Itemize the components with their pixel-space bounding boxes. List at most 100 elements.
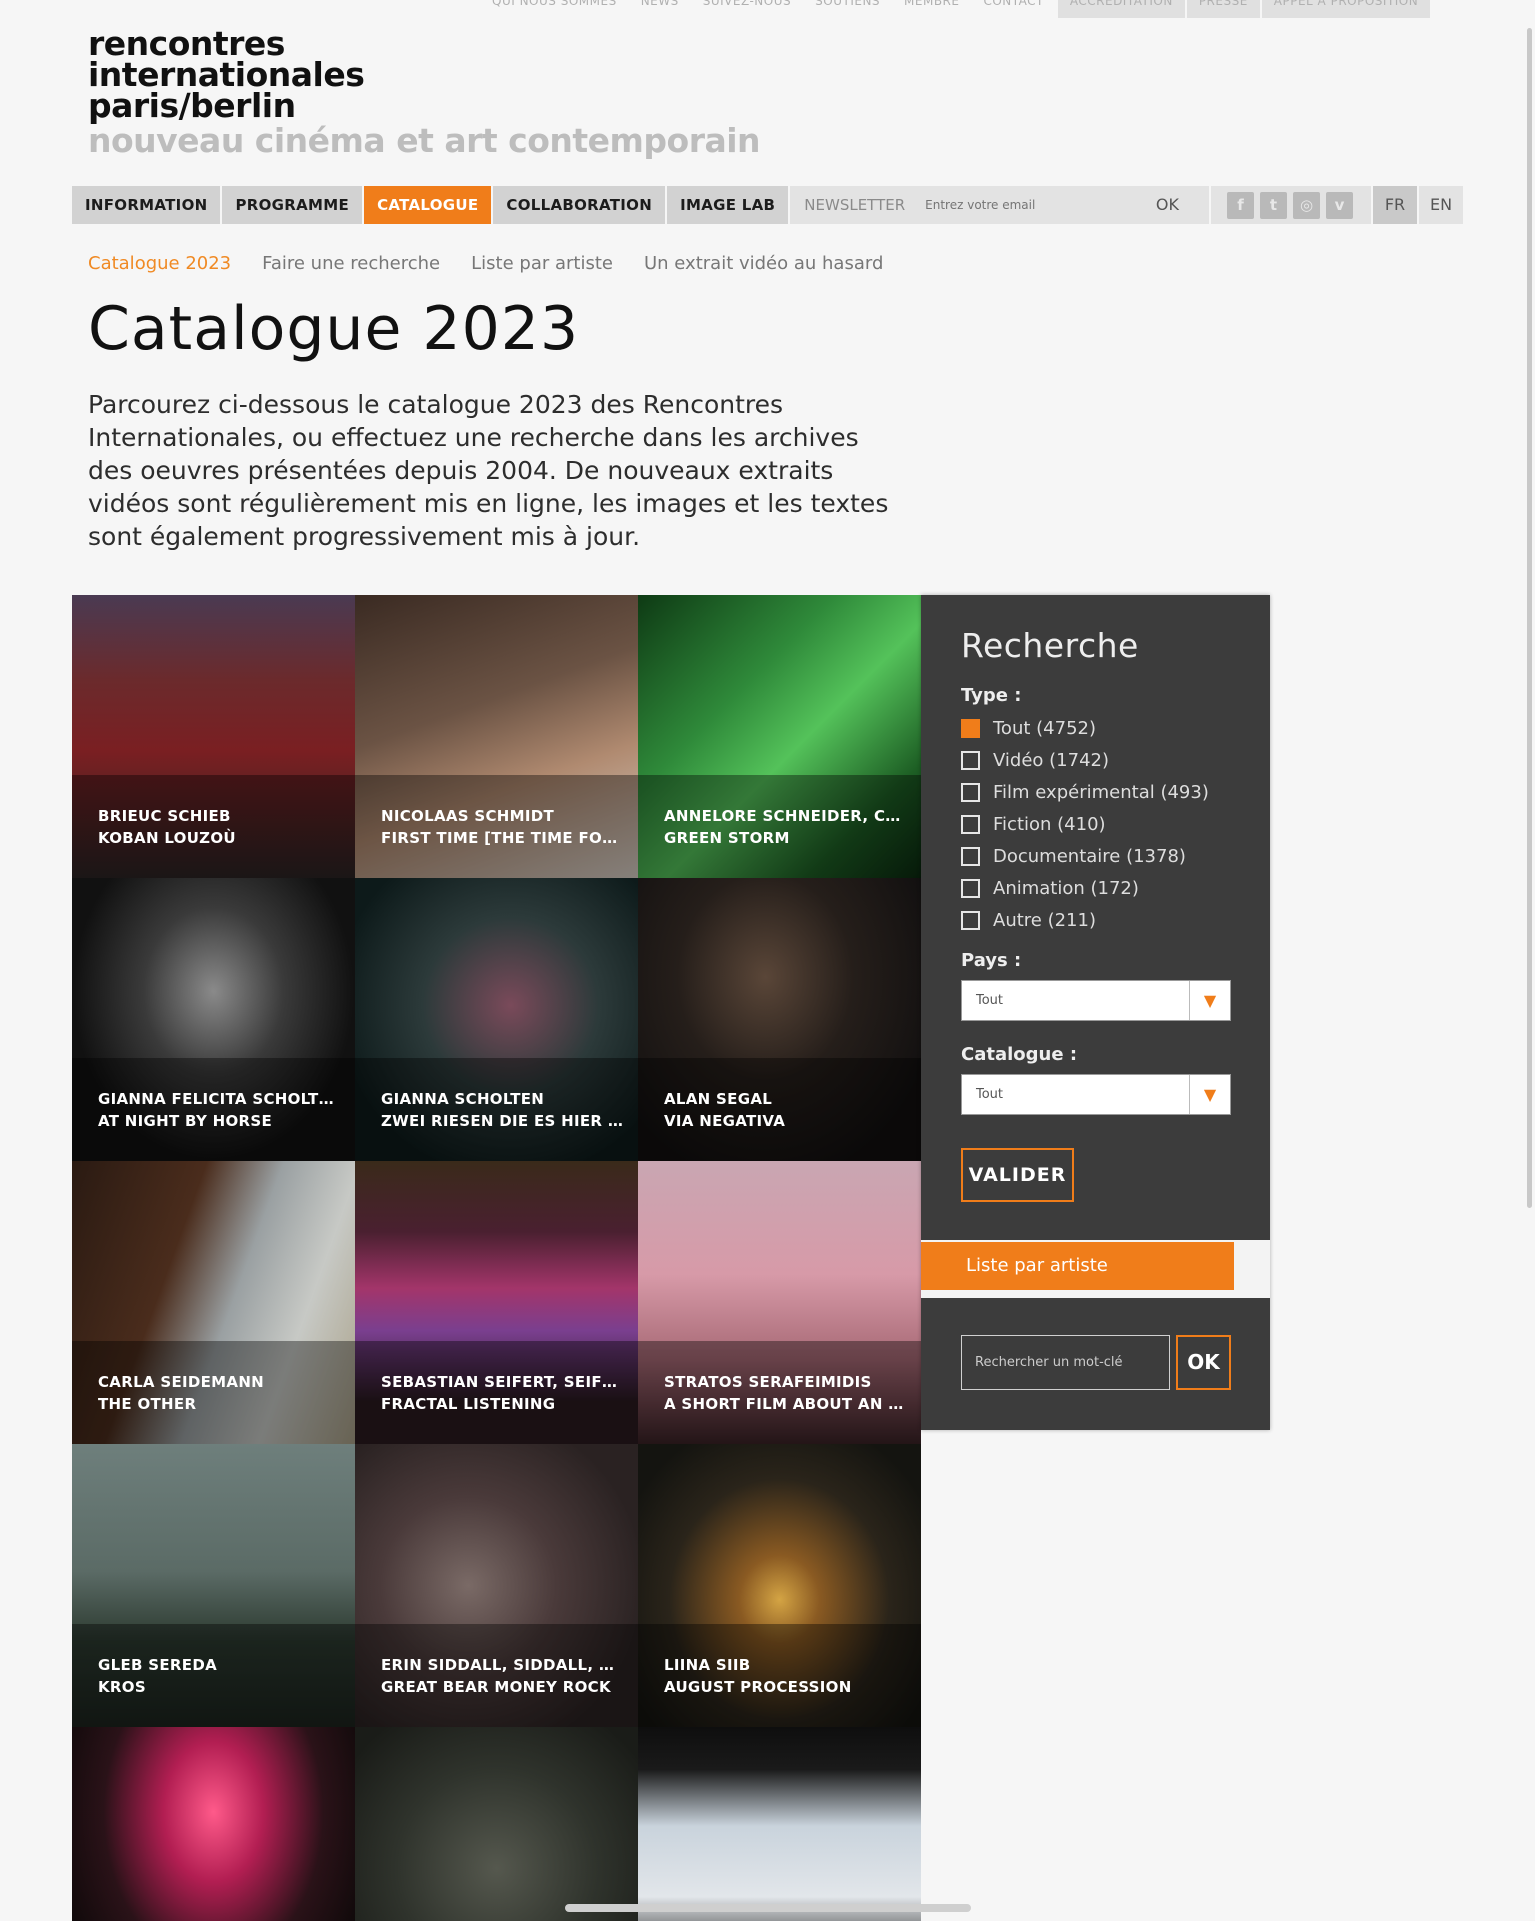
tile-title: FRACTAL LISTENING [381,1395,556,1413]
subnav-artist-list[interactable]: Liste par artiste [471,253,613,274]
checkbox[interactable] [961,814,980,834]
tile-title: GREEN STORM [664,829,790,847]
catalogue-tile[interactable]: CARLA SEIDEMANN THE OTHER [72,1161,355,1444]
vimeo-icon[interactable]: v [1326,191,1353,219]
newsletter-label: NEWSLETTER [790,186,920,224]
tile-caption: SEBASTIAN SEIFERT, SEIFERT FRACTAL LISTEN… [355,1341,638,1444]
utility-link[interactable]: NEWS [629,0,691,18]
language-fr[interactable]: FR [1371,186,1417,224]
tile-artist: LIINA SIIB [664,1656,751,1674]
catalogue-tile[interactable] [72,1727,355,1921]
newsletter-ok-button[interactable]: OK [1145,186,1211,224]
keyword-ok-button[interactable]: OK [1176,1335,1231,1390]
newsletter-email-input[interactable] [919,186,1146,224]
checkbox[interactable] [961,878,980,898]
nav-item-catalogue[interactable]: CATALOGUE [364,186,494,224]
nav-item-information[interactable]: INFORMATION [72,186,223,224]
catalogue-tile[interactable]: BRIEUC SCHIEB KOBAN LOUZOÙ [72,595,355,878]
type-option[interactable]: Film expérimental (493) [961,776,1209,808]
tile-artist: ANNELORE SCHNEIDER, CLÉMENT [664,807,907,825]
search-title: Recherche [961,626,1139,665]
tile-title: FIRST TIME [THE TIME FOR ALL BUT SUNSET … [381,829,624,847]
subnav-catalogue-2023[interactable]: Catalogue 2023 [88,253,231,274]
search-panel: Recherche Type : Tout (4752) Vidéo (1742)… [921,595,1270,1430]
valider-button[interactable]: VALIDER [961,1148,1074,1202]
tile-artist: ALAN SEGAL [664,1090,773,1108]
catalogue-tile[interactable]: SEBASTIAN SEIFERT, SEIFERT FRACTAL LISTEN… [355,1161,638,1444]
type-option-label: Tout (4752) [993,717,1096,739]
catalogue-tile[interactable]: STRATOS SERAFEIMIDIS A SHORT FILM ABOUT A… [638,1161,921,1444]
facebook-icon[interactable]: f [1227,191,1254,219]
subnav-random-video[interactable]: Un extrait vidéo au hasard [644,253,883,274]
tile-title: THE OTHER [98,1395,197,1413]
type-option[interactable]: Animation (172) [961,872,1209,904]
utility-link[interactable]: SUIVEZ-NOUS [691,0,803,18]
pays-label: Pays : [961,950,1022,971]
tile-caption: CARLA SEIDEMANN THE OTHER [72,1341,355,1444]
catalogue-selected-value: Tout [976,1087,1004,1102]
type-option[interactable]: Documentaire (1378) [961,840,1209,872]
tile-caption: LIINA SIIB AUGUST PROCESSION [638,1624,921,1727]
subnav-search[interactable]: Faire une recherche [262,253,440,274]
catalogue-tile[interactable]: GIANNA FELICITA SCHOLTEN AT NIGHT BY HORS… [72,878,355,1161]
tile-title: AT NIGHT BY HORSE [98,1112,273,1130]
main-nav: INFORMATION PROGRAMME CATALOGUE COLLABOR… [72,186,1463,224]
tile-artist: STRATOS SERAFEIMIDIS [664,1373,872,1391]
catalogue-tile[interactable]: LIINA SIIB AUGUST PROCESSION [638,1444,921,1727]
instagram-icon[interactable]: ◎ [1293,191,1320,219]
tile-title: VIA NEGATIVA [664,1112,786,1130]
twitter-icon[interactable]: t [1260,191,1287,219]
tile-title: KOBAN LOUZOÙ [98,829,236,847]
checkbox[interactable] [961,782,980,802]
dropdown-arrow-icon: ▼ [1189,981,1230,1020]
page-title: Catalogue 2023 [88,294,580,364]
tile-artist: ERIN SIDDALL, SIDDALL, ERIN [381,1656,624,1674]
keyword-search-input[interactable]: Rechercher un mot-clé [961,1335,1170,1390]
type-option[interactable]: Fiction (410) [961,808,1209,840]
checkbox[interactable] [961,718,980,738]
utility-link-accreditation[interactable]: ACCRÉDITATION [1057,0,1185,18]
checkbox[interactable] [961,750,980,770]
nav-item-collaboration[interactable]: COLLABORATION [493,186,668,224]
utility-link[interactable]: QUI NOUS SOMMES [480,0,629,18]
site-logo[interactable]: rencontres internationales paris/berlin … [88,27,761,161]
type-option[interactable]: Tout (4752) [961,712,1209,744]
utility-link-appel[interactable]: APPEL À PROPOSITION [1261,0,1431,18]
catalogue-tile[interactable] [638,1727,921,1921]
catalogue-tile[interactable]: ERIN SIDDALL, SIDDALL, ERIN GREAT BEAR MO… [355,1444,638,1727]
type-option[interactable]: Vidéo (1742) [961,744,1209,776]
utility-link-presse[interactable]: PRESSE [1186,0,1260,18]
checkbox[interactable] [961,910,980,930]
utility-link[interactable]: SOUTIENS [803,0,892,18]
catalogue-tile[interactable] [355,1727,638,1921]
catalogue-tile[interactable]: GLEB SEREDA KROS [72,1444,355,1727]
tile-artist: GLEB SEREDA [98,1656,217,1674]
utility-link[interactable]: CONTACT [971,0,1055,18]
tile-artist: BRIEUC SCHIEB [98,807,231,825]
type-option[interactable]: Autre (211) [961,904,1209,936]
social-links: f t ◎ v [1211,186,1371,224]
utility-link[interactable]: MEMBRE [892,0,971,18]
language-en[interactable]: EN [1417,186,1463,224]
checkbox[interactable] [961,846,980,866]
artist-list-button[interactable]: Liste par artiste [921,1242,1234,1290]
tile-title: KROS [98,1678,146,1696]
tile-caption: ANNELORE SCHNEIDER, CLÉMENT GREEN STORM [638,775,921,878]
nav-item-programme[interactable]: PROGRAMME [222,186,365,224]
logo-tagline: nouveau cinéma et art contemporain [88,121,761,160]
pays-select[interactable]: Tout ▼ [961,980,1231,1021]
tile-caption: GIANNA SCHOLTEN ZWEI RIESEN DIE ES HIER G… [355,1058,638,1161]
catalogue-tile[interactable]: GIANNA SCHOLTEN ZWEI RIESEN DIE ES HIER G… [355,878,638,1161]
tile-caption: BRIEUC SCHIEB KOBAN LOUZOÙ [72,775,355,878]
catalogue-tile[interactable]: ALAN SEGAL VIA NEGATIVA [638,878,921,1161]
utility-nav: QUI NOUS SOMMES NEWS SUIVEZ-NOUS SOUTIEN… [480,0,1431,18]
nav-item-image-lab[interactable]: IMAGE LAB [667,186,791,224]
catalogue-select[interactable]: Tout ▼ [961,1074,1231,1115]
tile-artist: NICOLAAS SCHMIDT [381,807,555,825]
vertical-scrollbar[interactable] [1527,28,1532,1208]
catalogue-label: Catalogue : [961,1044,1078,1065]
tile-artist: GIANNA SCHOLTEN [381,1090,545,1108]
tile-title: AUGUST PROCESSION [664,1678,852,1696]
catalogue-tile[interactable]: ANNELORE SCHNEIDER, CLÉMENT GREEN STORM [638,595,921,878]
catalogue-tile[interactable]: NICOLAAS SCHMIDT FIRST TIME [THE TIME FOR… [355,595,638,878]
